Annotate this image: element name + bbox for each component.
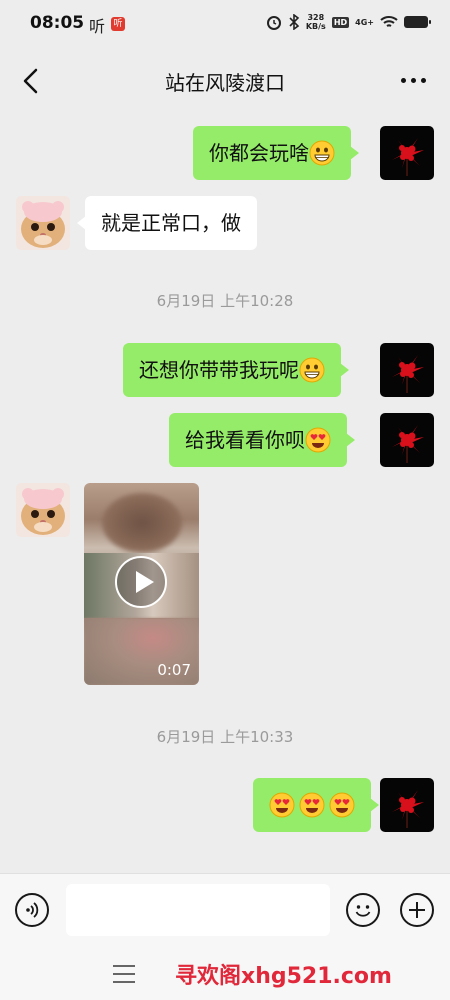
chat-header: 站在风陵渡口	[0, 50, 450, 112]
status-bar: 08:05 听 听 328 KB/s HD 4G+	[0, 0, 450, 50]
heart-eyes-icon	[305, 427, 331, 452]
wifi-icon	[380, 16, 398, 27]
alarm-icon	[266, 16, 281, 30]
status-time: 08:05	[30, 13, 85, 33]
add-more-icon[interactable]	[400, 893, 434, 927]
my-message-bubble[interactable]: 还想你带带我玩呢	[123, 343, 349, 397]
my-message-bubble[interactable]: 你都会玩啥	[193, 126, 359, 180]
listen-badge-icon: 听	[111, 17, 125, 31]
listen-indicator: 听	[89, 17, 106, 36]
status-icons: 328 KB/s HD 4G+	[266, 13, 431, 31]
bluetooth-icon	[289, 14, 300, 30]
menu-icon[interactable]	[113, 965, 135, 989]
my-avatar[interactable]	[380, 343, 434, 397]
hd-voice-icon: HD	[331, 16, 350, 28]
chat-screen: 08:05 听 听 328 KB/s HD 4G+ 站在风陵渡口 你都会玩啥 就…	[0, 0, 450, 1000]
message-text: 还想你带带我玩呢	[139, 358, 299, 382]
video-thumbnail-blur-top	[102, 493, 182, 553]
contact-message-bubble[interactable]: 就是正常口，做	[77, 196, 257, 250]
emoji-picker-icon[interactable]	[346, 893, 380, 927]
my-message-bubble[interactable]: 给我看看你呗	[169, 413, 355, 467]
video-duration: 0:07	[157, 661, 191, 679]
my-avatar[interactable]	[380, 778, 434, 832]
watermark-text: 寻欢阁xhg521.com	[175, 964, 392, 989]
my-message-bubble[interactable]	[253, 778, 379, 832]
play-icon[interactable]	[115, 556, 167, 608]
heart-eyes-icon	[299, 792, 325, 817]
my-avatar[interactable]	[380, 413, 434, 467]
chat-title: 站在风陵渡口	[165, 71, 285, 95]
message-text: 你都会玩啥	[209, 141, 309, 165]
message-timestamp: 6月19日 上午10:33	[156, 728, 294, 746]
more-options-icon[interactable]	[401, 78, 426, 83]
battery-icon	[404, 16, 431, 28]
signal-icon: 4G+	[355, 17, 374, 27]
grinning-face-icon	[299, 357, 325, 382]
network-speed: 328 KB/s	[305, 13, 326, 31]
my-avatar[interactable]	[380, 126, 434, 180]
message-input[interactable]	[66, 884, 330, 936]
voice-input-icon[interactable]	[15, 893, 49, 927]
contact-avatar[interactable]	[16, 483, 70, 537]
message-text: 给我看看你呗	[185, 428, 305, 452]
video-message[interactable]: 0:07	[84, 483, 199, 685]
chat-input-bar	[0, 873, 450, 949]
message-text: 就是正常口，做	[101, 211, 241, 235]
heart-eyes-icon	[329, 792, 355, 817]
heart-eyes-icon	[269, 792, 295, 817]
grinning-face-icon	[309, 140, 335, 165]
message-timestamp: 6月19日 上午10:28	[156, 292, 294, 310]
contact-avatar[interactable]	[16, 196, 70, 250]
